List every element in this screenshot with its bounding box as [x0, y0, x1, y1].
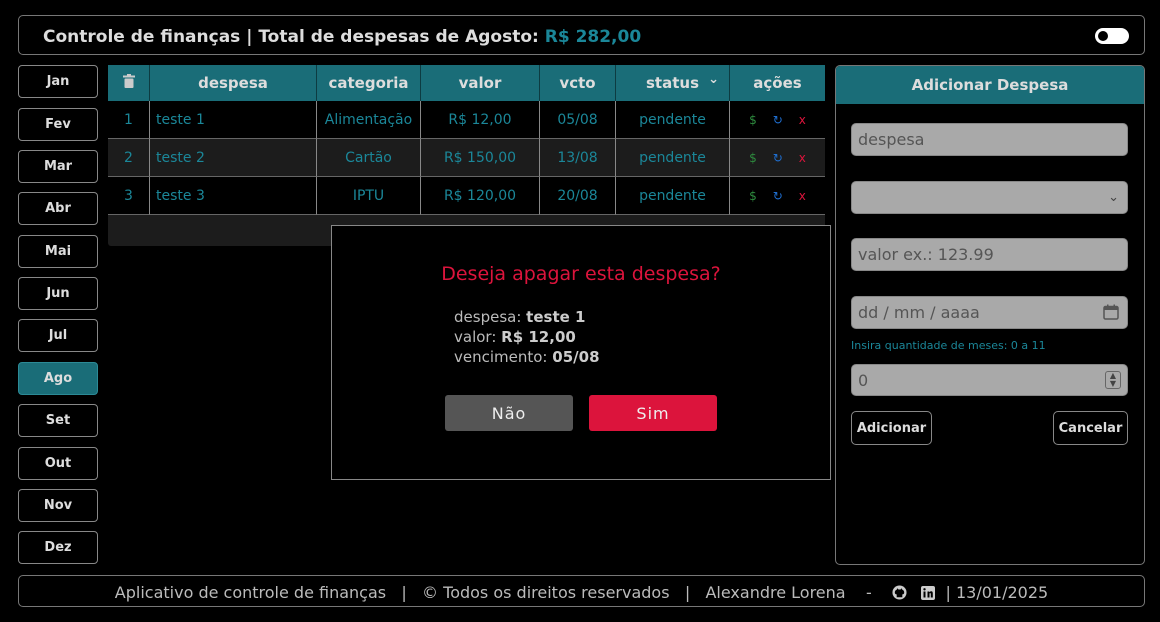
cell-valor: R$ 12,00: [421, 101, 540, 139]
footer-text: Aplicativo de controle de finanças | © T…: [19, 583, 1144, 602]
cell-status: pendente: [616, 139, 730, 177]
th-categoria: categoria: [317, 65, 421, 101]
month-button-abr[interactable]: Abr: [18, 192, 98, 225]
modal-info: despesa: teste 1 valor: R$ 12,00 vencime…: [454, 307, 600, 367]
trash-icon: [122, 74, 135, 92]
valor-label: valor:: [454, 328, 497, 346]
month-button-nov[interactable]: Nov: [18, 489, 98, 522]
expense-table: despesa categoria valor vcto status ⌄ aç…: [108, 65, 825, 246]
cancel-delete-button[interactable]: Não: [445, 395, 573, 431]
th-status[interactable]: status ⌄: [616, 65, 730, 101]
vencimento-value: 05/08: [552, 348, 600, 366]
footer-rights: © Todos os direitos reservados: [422, 583, 670, 602]
meses-value: 0: [858, 370, 869, 390]
despesa-value: teste 1: [526, 308, 586, 326]
chevron-down-icon: ⌄: [708, 72, 719, 87]
add-expense-panel: Adicionar Despesa despesa ⌄ valor ex.: 1…: [835, 65, 1145, 565]
cell-valor: R$ 120,00: [421, 177, 540, 215]
delete-icon[interactable]: x: [799, 189, 806, 203]
cell-acoes: $ ↻ x: [730, 139, 825, 177]
footer-sep: |: [401, 583, 407, 602]
footer-app: Aplicativo de controle de finanças: [114, 583, 387, 602]
refresh-icon[interactable]: ↻: [773, 151, 783, 165]
despesa-input[interactable]: despesa: [851, 123, 1128, 156]
confirm-delete-button[interactable]: Sim: [589, 395, 717, 431]
footer: Aplicativo de controle de finanças | © T…: [18, 575, 1145, 607]
page-title: Controle de finanças | Total de despesas…: [43, 27, 641, 47]
th-acoes: ações: [730, 65, 825, 101]
valor-input[interactable]: valor ex.: 123.99: [851, 238, 1128, 271]
month-button-fev[interactable]: Fev: [18, 108, 98, 141]
pay-icon[interactable]: $: [749, 113, 757, 127]
footer-date: 13/01/2025: [955, 583, 1049, 602]
valor-value: R$ 12,00: [501, 328, 576, 346]
footer-dash: -: [865, 583, 872, 602]
month-button-out[interactable]: Out: [18, 447, 98, 480]
categoria-select[interactable]: ⌄: [851, 181, 1128, 214]
panel-title: Adicionar Despesa: [836, 66, 1144, 104]
th-vcto: vcto: [540, 65, 616, 101]
modal-question: Deseja apagar esta despesa?: [441, 263, 721, 285]
footer-sep: |: [684, 583, 691, 602]
delete-icon[interactable]: x: [799, 113, 806, 127]
cell-valor: R$ 150,00: [421, 139, 540, 177]
valor-placeholder: valor ex.: 123.99: [858, 245, 994, 264]
cell-acoes: $ ↻ x: [730, 101, 825, 139]
month-button-jun[interactable]: Jun: [18, 277, 98, 310]
cell-acoes: $ ↻ x: [730, 177, 825, 215]
pay-icon[interactable]: $: [749, 151, 757, 165]
cell-categoria: IPTU: [317, 177, 421, 215]
refresh-icon[interactable]: ↻: [773, 113, 783, 127]
cancel-button[interactable]: Cancelar: [1053, 411, 1128, 445]
despesa-placeholder: despesa: [858, 130, 925, 149]
month-button-dez[interactable]: Dez: [18, 531, 98, 564]
cell-categoria: Cartão: [317, 139, 421, 177]
calendar-icon[interactable]: [1103, 304, 1119, 324]
cell-vcto: 13/08: [540, 139, 616, 177]
month-button-set[interactable]: Set: [18, 404, 98, 437]
cell-vcto: 20/08: [540, 177, 616, 215]
cell-status: pendente: [616, 177, 730, 215]
vencimento-label: vencimento:: [454, 348, 548, 366]
theme-toggle[interactable]: [1095, 28, 1129, 44]
title-text: Controle de finanças | Total de despesas…: [43, 27, 539, 47]
cell-vcto: 05/08: [540, 101, 616, 139]
th-trash[interactable]: [108, 65, 150, 101]
cell-despesa: teste 2: [150, 139, 317, 177]
month-button-ago[interactable]: Ago: [18, 362, 98, 395]
month-button-jul[interactable]: Jul: [18, 319, 98, 352]
delete-confirm-modal: Deseja apagar esta despesa? despesa: tes…: [331, 225, 831, 480]
add-button[interactable]: Adicionar: [851, 411, 932, 445]
footer-sep: |: [945, 583, 951, 602]
cell-status: pendente: [616, 101, 730, 139]
chevron-down-icon: ⌄: [1108, 190, 1119, 205]
month-button-jan[interactable]: Jan: [18, 65, 98, 98]
cell-n: 3: [108, 177, 150, 215]
github-icon[interactable]: [892, 585, 907, 600]
cell-despesa: teste 3: [150, 177, 317, 215]
despesa-label: despesa:: [454, 308, 522, 326]
pay-icon[interactable]: $: [749, 189, 757, 203]
refresh-icon[interactable]: ↻: [773, 189, 783, 203]
date-input[interactable]: dd / mm / aaaa: [851, 296, 1128, 329]
month-button-mar[interactable]: Mar: [18, 150, 98, 183]
meses-stepper[interactable]: 0 ▲ ▼: [851, 364, 1128, 396]
linkedin-icon[interactable]: [921, 585, 936, 600]
cell-n: 1: [108, 101, 150, 139]
th-status-label: status: [646, 74, 699, 92]
th-despesa: despesa: [150, 65, 317, 101]
th-valor: valor: [421, 65, 540, 101]
cell-categoria: Alimentação: [317, 101, 421, 139]
delete-icon[interactable]: x: [799, 151, 806, 165]
footer-author: Alexandre Lorena: [705, 583, 846, 602]
cell-n: 2: [108, 139, 150, 177]
months-hint: Insira quantidade de meses: 0 a 11: [851, 339, 1046, 352]
date-placeholder: dd / mm / aaaa: [858, 303, 980, 322]
stepper-icon[interactable]: ▲ ▼: [1105, 371, 1121, 389]
toggle-knob: [1098, 31, 1108, 41]
month-button-mai[interactable]: Mai: [18, 235, 98, 268]
total-amount: R$ 282,00: [544, 27, 642, 47]
cell-despesa: teste 1: [150, 101, 317, 139]
app-header: Controle de finanças | Total de despesas…: [18, 15, 1145, 55]
